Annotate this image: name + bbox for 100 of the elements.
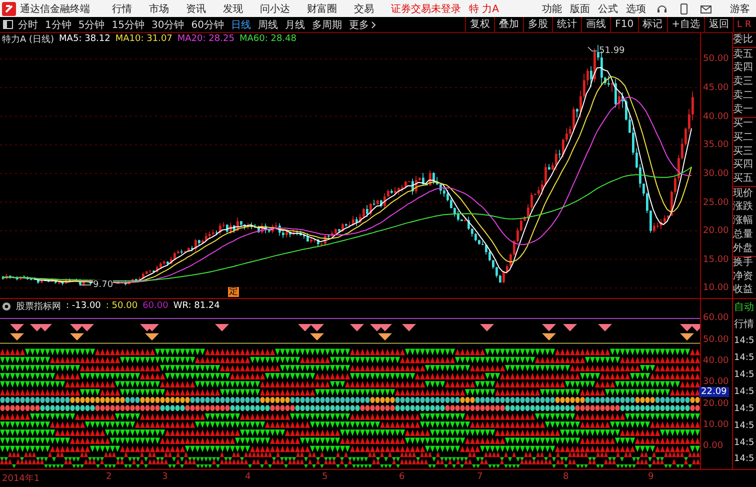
toolbar-button[interactable]: F10: [610, 17, 638, 32]
indicator-axis-label: 60.00: [703, 313, 729, 324]
period-tab[interactable]: 日线: [230, 18, 251, 32]
toolbar-button[interactable]: 画线: [581, 17, 610, 32]
indicator-axis-label: 50.00: [703, 334, 729, 345]
price-axis-label: 40.00: [703, 112, 729, 122]
stock-name: 特 力A: [469, 2, 500, 16]
trade-time: 14:5: [733, 352, 756, 366]
quote-field-label: 买三: [733, 144, 754, 158]
period-tab[interactable]: 分时: [18, 18, 38, 32]
price-axis-label: 45.00: [703, 83, 729, 94]
quote-field-label: 卖一: [733, 102, 754, 117]
period-tab[interactable]: 5分钟: [78, 18, 105, 32]
trade-time: 14:5: [733, 335, 756, 348]
indicator-axis-label: 10.00: [703, 420, 729, 430]
menu-item[interactable]: 问小达: [260, 2, 290, 16]
toolbar-button[interactable]: 多股: [523, 17, 552, 32]
quote-field-label: 委比: [733, 33, 754, 48]
menu-item[interactable]: 发现: [223, 2, 243, 16]
indicator-title: 股票指标网: [16, 300, 61, 313]
quote-field-label: 现价: [733, 186, 756, 200]
date-axis-label: 2014年1: [2, 472, 40, 486]
date-axis-label: 2: [106, 472, 112, 482]
menu-item[interactable]: 版面: [570, 2, 590, 16]
app-name: 通达信金融终端: [20, 2, 90, 16]
user-name[interactable]: 游客: [730, 2, 750, 16]
quote-field-label: 买四: [733, 158, 754, 172]
date-axis-label: 5: [322, 472, 328, 482]
quote-field-label: 买二: [733, 130, 754, 145]
period-tab[interactable]: 1分钟: [45, 18, 72, 32]
quote-field-label: 换手: [733, 256, 756, 270]
quote-field-label: 卖五: [733, 47, 756, 62]
login-status[interactable]: 证券交易未登录: [391, 2, 461, 16]
menu-item[interactable]: 市场: [149, 2, 169, 16]
menu-item[interactable]: 资讯: [186, 2, 206, 16]
period-tab[interactable]: 30分钟: [151, 18, 184, 32]
trade-time: 14:5: [733, 386, 756, 399]
quote-field-label: 卖四: [733, 61, 754, 76]
moving-average-value: MA20: 28.25: [177, 34, 234, 44]
quote-field-label: 买五: [733, 172, 754, 186]
price-axis-label: 35.00: [703, 140, 729, 150]
menu-item[interactable]: 财富圈: [307, 2, 337, 16]
price-axis-label: 10.00: [703, 283, 729, 294]
low-price-label: 9.70: [93, 280, 114, 290]
toolbar-button[interactable]: 标记: [638, 17, 667, 32]
indicator-value: 60.00: [142, 301, 168, 312]
price-axis-label: 50.00: [703, 54, 729, 64]
menu-item[interactable]: 交易: [354, 2, 374, 16]
indicator-value: WR: 81.24: [173, 301, 220, 312]
date-axis-label: 3: [162, 472, 168, 482]
quote-field-label: 收益: [733, 284, 754, 298]
quote-field-label: 总量: [733, 228, 754, 242]
period-tab[interactable]: 多周期: [312, 18, 342, 32]
mode-label[interactable]: 自动: [733, 299, 756, 316]
menu-item[interactable]: 选项: [626, 2, 646, 16]
toolbar-button[interactable]: 统计: [552, 17, 582, 32]
menu-item[interactable]: 行情: [112, 2, 132, 16]
current-value-label: 22.09: [699, 386, 729, 397]
event-marker[interactable]: 定: [228, 287, 239, 298]
moving-average-value: MA10: 31.07: [115, 34, 172, 44]
menu-item[interactable]: 公式: [598, 2, 618, 16]
price-axis-label: 20.00: [703, 226, 729, 236]
indicator-axis-label: 40.00: [703, 356, 729, 366]
period-tab[interactable]: 周线: [258, 18, 278, 32]
quote-field-label: 卖二: [733, 89, 754, 103]
trade-time: 14:5: [733, 420, 756, 433]
toolbar-button[interactable]: 复权: [465, 17, 494, 32]
more-menu[interactable]: 更多: [348, 18, 369, 32]
period-tab[interactable]: 15分钟: [112, 18, 144, 32]
indicator-axis-label: 0.00: [703, 441, 724, 452]
chart-title: 特力A (日线): [2, 34, 54, 46]
date-axis-label: 7: [477, 472, 483, 482]
toolbar-button[interactable]: +自选: [666, 17, 704, 32]
indicator-axis-label: 20.00: [703, 398, 729, 409]
trade-panel-title: 行情: [733, 318, 755, 332]
left-corner-label[interactable]: L: [737, 20, 742, 30]
quote-field-label: 买一: [733, 116, 756, 131]
quote-field-label: 涨幅: [733, 214, 754, 228]
date-axis-label: 8: [563, 472, 569, 482]
indicator-value: : 50.00: [106, 301, 138, 312]
quote-field-label: 外盘: [733, 242, 754, 256]
date-axis-label: 4: [245, 472, 251, 482]
high-price-label: 51.99: [599, 46, 625, 56]
toolbar-button[interactable]: 返回: [704, 17, 733, 32]
trade-time: 14:5: [733, 453, 756, 466]
price-axis-label: 30.00: [703, 168, 729, 179]
right-corner-label[interactable]: R: [745, 20, 752, 30]
moving-average-value: MA5: 38.12: [59, 34, 110, 44]
menu-item[interactable]: 功能: [542, 2, 562, 16]
period-tab[interactable]: 60分钟: [191, 18, 224, 32]
date-axis-label: 9: [648, 472, 654, 482]
quote-field-label: 涨跌: [733, 200, 754, 214]
indicator-value: : -13.00: [66, 301, 101, 312]
trade-time: 14:5: [733, 368, 756, 382]
period-tab[interactable]: 月线: [284, 18, 305, 32]
toolbar-button[interactable]: 叠加: [494, 17, 524, 32]
trade-time: 14:5: [733, 436, 756, 450]
price-axis-label: 25.00: [703, 198, 729, 208]
date-axis-label: 6: [399, 472, 405, 482]
quote-field-label: 净资: [733, 270, 754, 284]
